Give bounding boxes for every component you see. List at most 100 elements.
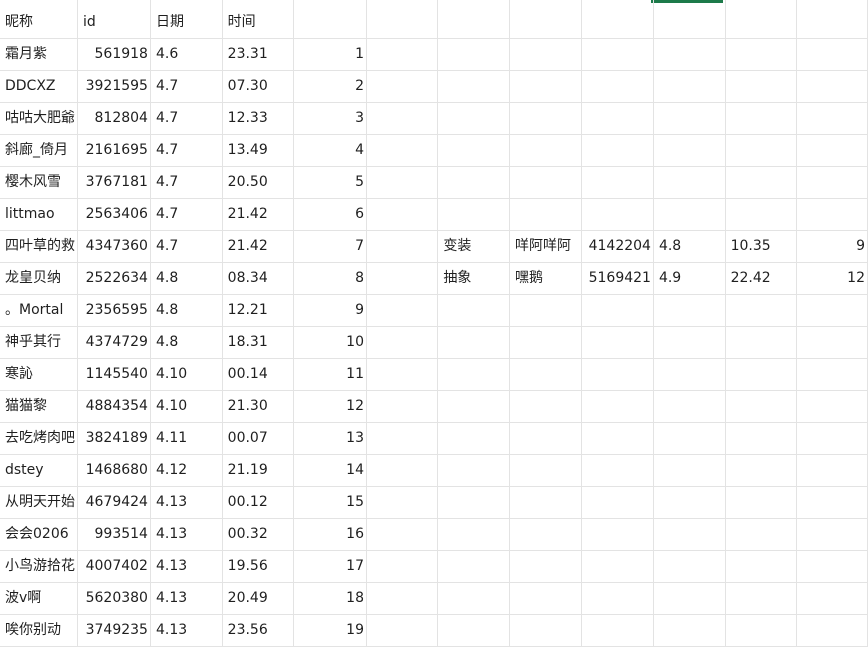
empty-cell[interactable] [581, 422, 654, 455]
empty-cell[interactable] [366, 166, 439, 199]
cell-id[interactable]: 4347360 [77, 230, 151, 263]
cell-nickname[interactable]: 猫猫黎 [0, 390, 78, 423]
cell-time[interactable]: 07.30 [222, 70, 295, 103]
empty-cell[interactable] [581, 38, 654, 71]
header-nickname[interactable]: 昵称 [0, 0, 78, 39]
cell-seq[interactable]: 18 [293, 582, 367, 615]
cell-extra-type[interactable]: 抽象 [437, 262, 511, 295]
cell-seq[interactable]: 9 [293, 294, 367, 327]
empty-cell[interactable] [366, 518, 439, 551]
cell-seq[interactable]: 10 [293, 326, 367, 359]
empty-cell[interactable] [796, 582, 868, 615]
empty-cell[interactable] [796, 518, 868, 551]
cell-date[interactable]: 4.10 [150, 390, 223, 423]
cell-date[interactable]: 4.13 [150, 518, 223, 551]
cell-date[interactable]: 4.13 [150, 486, 223, 519]
cell-date[interactable]: 4.13 [150, 582, 223, 615]
empty-cell[interactable] [653, 454, 726, 487]
cell-seq[interactable]: 16 [293, 518, 367, 551]
empty-cell[interactable] [581, 582, 654, 615]
cell-nickname[interactable]: 神乎其行 [0, 326, 78, 359]
cell-time[interactable]: 23.56 [222, 614, 295, 647]
empty-cell[interactable] [293, 0, 367, 39]
cell-time[interactable]: 21.42 [222, 198, 295, 231]
empty-cell[interactable] [796, 390, 868, 423]
empty-cell[interactable] [366, 230, 439, 263]
cell-nickname[interactable]: 斜廊_倚月 [0, 134, 78, 167]
cell-nickname[interactable]: 龙皇贝纳 [0, 262, 78, 295]
empty-cell[interactable] [796, 198, 868, 231]
empty-cell[interactable] [725, 134, 798, 167]
empty-cell[interactable] [366, 390, 439, 423]
empty-cell[interactable] [437, 550, 511, 583]
empty-cell[interactable] [653, 422, 726, 455]
cell-id[interactable]: 2563406 [77, 198, 151, 231]
empty-cell[interactable] [366, 550, 439, 583]
cell-id[interactable]: 2161695 [77, 134, 151, 167]
empty-cell[interactable] [653, 582, 726, 615]
empty-cell[interactable] [653, 358, 726, 391]
empty-cell[interactable] [796, 38, 868, 71]
empty-cell[interactable] [725, 166, 798, 199]
empty-cell[interactable] [796, 134, 868, 167]
cell-id[interactable]: 561918 [77, 38, 151, 71]
cell-nickname[interactable]: 樱木风雪 [0, 166, 78, 199]
empty-cell[interactable] [653, 518, 726, 551]
empty-cell[interactable] [581, 70, 654, 103]
cell-date[interactable]: 4.7 [150, 70, 223, 103]
empty-cell[interactable] [581, 326, 654, 359]
empty-cell[interactable] [509, 422, 582, 455]
empty-cell[interactable] [509, 0, 582, 39]
cell-time[interactable]: 20.49 [222, 582, 295, 615]
empty-cell[interactable] [366, 70, 439, 103]
empty-cell[interactable] [437, 166, 511, 199]
cell-date[interactable]: 4.11 [150, 422, 223, 455]
empty-cell[interactable] [725, 70, 798, 103]
cell-seq[interactable]: 1 [293, 38, 367, 71]
cell-nickname[interactable]: littmao [0, 198, 78, 231]
empty-cell[interactable] [725, 614, 798, 647]
empty-cell[interactable] [653, 0, 726, 39]
empty-cell[interactable] [581, 0, 654, 39]
cell-time[interactable]: 00.12 [222, 486, 295, 519]
cell-seq[interactable]: 14 [293, 454, 367, 487]
empty-cell[interactable] [437, 38, 511, 71]
empty-cell[interactable] [725, 518, 798, 551]
cell-date[interactable]: 4.7 [150, 198, 223, 231]
empty-cell[interactable] [437, 582, 511, 615]
cell-nickname[interactable]: DDCXZ [0, 70, 78, 103]
cell-extra-type[interactable]: 变装 [437, 230, 511, 263]
empty-cell[interactable] [509, 518, 582, 551]
empty-cell[interactable] [437, 134, 511, 167]
cell-time[interactable]: 12.33 [222, 102, 295, 135]
empty-cell[interactable] [796, 486, 868, 519]
header-date[interactable]: 日期 [150, 0, 223, 39]
cell-time[interactable]: 21.30 [222, 390, 295, 423]
cell-seq[interactable]: 4 [293, 134, 367, 167]
cell-id[interactable]: 4679424 [77, 486, 151, 519]
cell-date[interactable]: 4.7 [150, 166, 223, 199]
empty-cell[interactable] [509, 614, 582, 647]
empty-cell[interactable] [653, 486, 726, 519]
empty-cell[interactable] [509, 390, 582, 423]
empty-cell[interactable] [366, 486, 439, 519]
empty-cell[interactable] [725, 0, 798, 39]
empty-cell[interactable] [581, 198, 654, 231]
empty-cell[interactable] [366, 38, 439, 71]
cell-time[interactable]: 18.31 [222, 326, 295, 359]
cell-time[interactable]: 00.07 [222, 422, 295, 455]
cell-id[interactable]: 2522634 [77, 262, 151, 295]
empty-cell[interactable] [366, 262, 439, 295]
empty-cell[interactable] [509, 198, 582, 231]
cell-id[interactable]: 2356595 [77, 294, 151, 327]
empty-cell[interactable] [725, 326, 798, 359]
cell-extra-time[interactable]: 10.35 [725, 230, 798, 263]
cell-extra-name[interactable]: 嘿鹅 [509, 262, 582, 295]
empty-cell[interactable] [509, 102, 582, 135]
empty-cell[interactable] [796, 454, 868, 487]
cell-id[interactable]: 4007402 [77, 550, 151, 583]
cell-seq[interactable]: 3 [293, 102, 367, 135]
cell-id[interactable]: 3921595 [77, 70, 151, 103]
empty-cell[interactable] [796, 614, 868, 647]
cell-extra-name[interactable]: 咩阿咩阿 [509, 230, 582, 263]
